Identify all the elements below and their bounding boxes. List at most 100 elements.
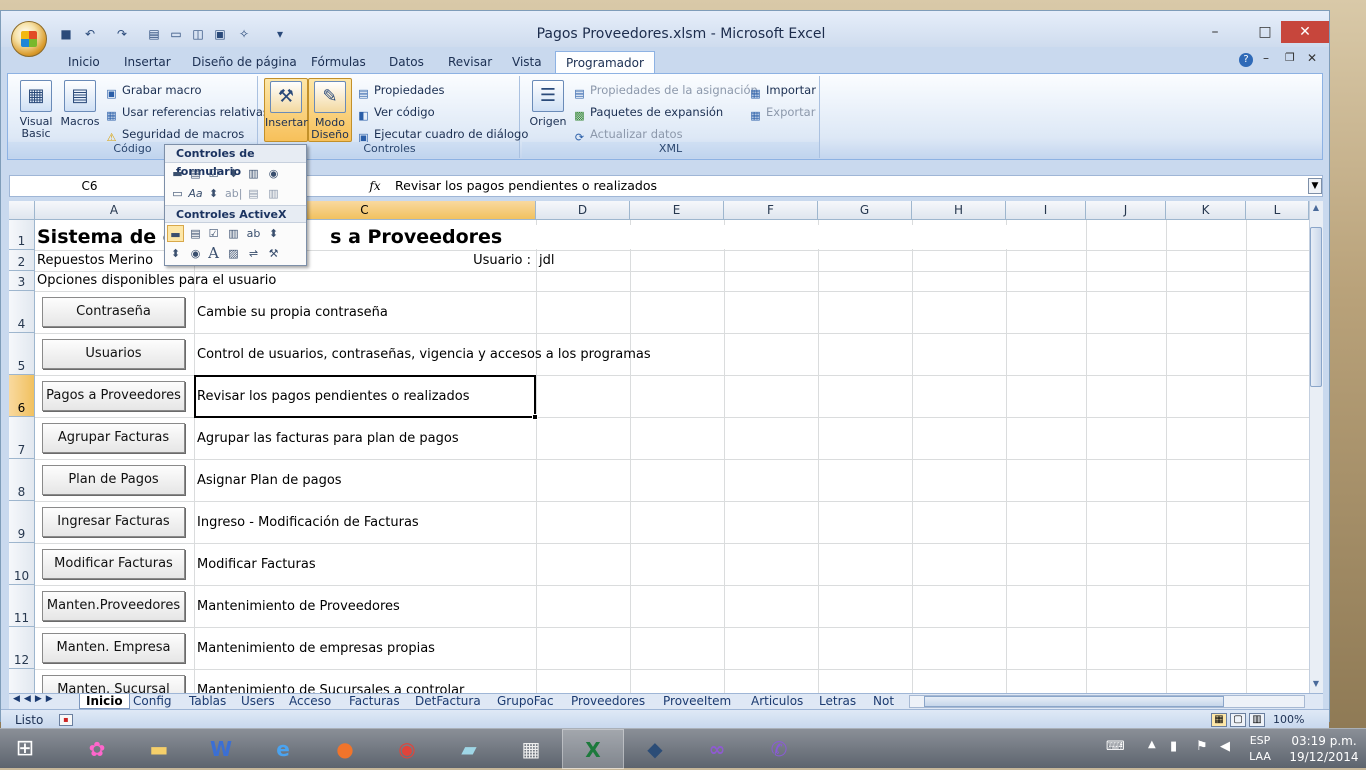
visual-basic-button[interactable]: ▦ Visual Basic xyxy=(14,78,58,142)
row-header-8[interactable]: 8 xyxy=(9,459,35,501)
manten-empresa-button[interactable]: Manten. Empresa xyxy=(42,633,185,663)
mysql-icon[interactable]: ◆ xyxy=(624,729,686,769)
tab-inicio[interactable]: Inicio xyxy=(58,51,110,73)
command-button-icon[interactable]: ▬ xyxy=(167,225,184,242)
excel-app-icon[interactable]: X xyxy=(562,729,624,769)
keyboard-icon[interactable]: ⌨ xyxy=(1106,739,1125,754)
sheet-tab-inicio[interactable]: Inicio xyxy=(79,694,130,709)
row-header-7[interactable]: 7 xyxy=(9,417,35,459)
calculator-icon[interactable]: ▦ xyxy=(500,729,562,769)
pagos-proveedores-button[interactable]: Pagos a Proveedores xyxy=(42,381,185,411)
plan-pagos-button[interactable]: Plan de Pagos xyxy=(42,465,185,495)
contrasena-button[interactable]: Contraseña xyxy=(42,297,185,327)
scroll-down-icon[interactable]: ▼ xyxy=(1311,679,1321,691)
col-header-i[interactable]: I xyxy=(1006,201,1086,220)
doc-restore-icon[interactable]: ❐ xyxy=(1285,51,1295,64)
doc-close-icon[interactable]: ✕ xyxy=(1307,51,1317,65)
combo-box-icon[interactable]: ▤ xyxy=(187,165,204,182)
sheet-tab-proveedores[interactable]: Proveedores xyxy=(565,694,651,709)
spin-button-icon[interactable]: ⬍ xyxy=(225,165,242,182)
zoom-level[interactable]: 100% xyxy=(1273,713,1304,726)
select-all-corner[interactable] xyxy=(9,201,35,220)
col-header-h[interactable]: H xyxy=(912,201,1006,220)
col-header-d[interactable]: D xyxy=(536,201,630,220)
row-header-11[interactable]: 11 xyxy=(9,585,35,627)
row-header-10[interactable]: 10 xyxy=(9,543,35,585)
manten-sucursal-button[interactable]: Manten. Sucursal xyxy=(42,675,185,693)
button-control-icon[interactable]: ▬ xyxy=(169,165,186,182)
activex-option-button-icon[interactable]: ◉ xyxy=(187,245,204,262)
vertical-scroll-thumb[interactable] xyxy=(1310,227,1322,387)
ver-codigo-button[interactable]: ◧ Ver código xyxy=(356,102,434,122)
normal-view-icon[interactable]: ▦ xyxy=(1211,713,1227,727)
activex-list-box-icon[interactable]: ▥ xyxy=(225,225,242,242)
col-header-j[interactable]: J xyxy=(1086,201,1166,220)
col-header-f[interactable]: F xyxy=(724,201,818,220)
battery-icon[interactable]: ▮ xyxy=(1170,739,1177,754)
undo-icon[interactable]: ↶ xyxy=(83,27,97,41)
customize-qat-icon[interactable]: ▾ xyxy=(273,27,287,41)
col-header-k[interactable]: K xyxy=(1166,201,1246,220)
ingresar-facturas-button[interactable]: Ingresar Facturas xyxy=(42,507,185,537)
notes-app-icon[interactable]: ▰ xyxy=(438,729,500,769)
form-icon[interactable]: ▤ xyxy=(147,27,161,41)
group-box-icon[interactable]: ▭ xyxy=(169,185,186,202)
option-button-icon[interactable]: ◉ xyxy=(265,165,282,182)
scroll-bar-icon[interactable]: ⬍ xyxy=(205,185,222,202)
manten-proveedores-button[interactable]: Manten.Proveedores xyxy=(42,591,185,621)
volume-icon[interactable]: ◀ xyxy=(1220,739,1230,754)
row-header-5[interactable]: 5 xyxy=(9,333,35,375)
activex-label-icon[interactable]: A xyxy=(205,245,222,262)
sheet-tab-acceso[interactable]: Acceso xyxy=(283,694,337,709)
tab-datos[interactable]: Datos xyxy=(379,51,434,73)
col-header-e[interactable]: E xyxy=(630,201,724,220)
fill-handle[interactable] xyxy=(532,414,538,420)
tools-icon[interactable]: ✧ xyxy=(237,27,251,41)
importar-button[interactable]: ▦ Importar xyxy=(748,80,816,100)
col-header-l[interactable]: L xyxy=(1246,201,1309,220)
sheet-nav-arrows-icon[interactable]: ◀◀▶▶ xyxy=(13,694,57,704)
row-header-2[interactable]: 2 xyxy=(9,250,35,271)
print-preview-icon[interactable]: ◫ xyxy=(191,27,205,41)
internet-explorer-icon[interactable]: e xyxy=(252,729,314,769)
page-break-icon[interactable]: ▥ xyxy=(1249,713,1265,727)
sheet-tab-articulos[interactable]: Articulos xyxy=(745,694,809,709)
chrome-icon[interactable]: ◉ xyxy=(376,729,438,769)
origen-button[interactable]: ☰ Origen xyxy=(526,78,570,142)
paint-app-icon[interactable]: ✿ xyxy=(66,729,128,769)
sheet-tab-detfactura[interactable]: DetFactura xyxy=(409,694,487,709)
insertar-control-button[interactable]: ⚒ Insertar xyxy=(264,78,308,142)
paquetes-expansion-button[interactable]: ▩ Paquetes de expansión xyxy=(572,102,723,122)
quick-print-icon[interactable]: ▣ xyxy=(213,27,227,41)
row-header-4[interactable]: 4 xyxy=(9,291,35,333)
minimize-button[interactable]: – xyxy=(1197,21,1233,43)
sheet-tab-users[interactable]: Users xyxy=(235,694,281,709)
file-explorer-icon[interactable]: ▬ xyxy=(128,729,190,769)
sheet-tab-facturas[interactable]: Facturas xyxy=(343,694,406,709)
tab-programador[interactable]: Programador xyxy=(555,51,655,73)
ejecutar-dialogo-button[interactable]: ▣ Ejecutar cuadro de diálogo xyxy=(356,124,528,144)
firefox-icon[interactable]: ● xyxy=(314,729,376,769)
page-layout-icon[interactable]: ▢ xyxy=(1230,713,1246,727)
save-icon[interactable]: ■ xyxy=(59,27,73,41)
list-box-icon[interactable]: ▥ xyxy=(245,165,262,182)
activex-image-icon[interactable]: ▨ xyxy=(225,245,242,262)
seguridad-macros-button[interactable]: ⚠ Seguridad de macros xyxy=(104,124,245,144)
grabar-macro-button[interactable]: ▣ Grabar macro xyxy=(104,80,201,100)
clock[interactable]: 03:19 p.m. 19/12/2014 xyxy=(1284,733,1364,765)
flag-icon[interactable]: ⚑ xyxy=(1196,739,1208,754)
sheet-tab-grupofac[interactable]: GrupoFac xyxy=(491,694,560,709)
activex-text-box-icon[interactable]: ab xyxy=(245,225,262,242)
referencias-relativas-button[interactable]: ▦ Usar referencias relativas xyxy=(104,102,269,122)
language-indicator[interactable]: ESP LAA xyxy=(1242,733,1278,765)
row-header-1[interactable]: 1 xyxy=(9,220,35,250)
scroll-up-icon[interactable]: ▲ xyxy=(1311,203,1321,215)
usuarios-button[interactable]: Usuarios xyxy=(42,339,185,369)
expand-formula-icon[interactable]: ▼ xyxy=(1308,178,1322,194)
activex-checkbox-icon[interactable]: ☑ xyxy=(205,225,222,242)
insert-function-icon[interactable]: fx xyxy=(365,176,385,196)
tab-vista[interactable]: Vista xyxy=(502,51,552,73)
viber-icon[interactable]: ✆ xyxy=(748,729,810,769)
actualizar-datos-button[interactable]: ⟳ Actualizar datos xyxy=(572,124,683,144)
macro-record-icon[interactable]: ▪ xyxy=(59,714,73,726)
